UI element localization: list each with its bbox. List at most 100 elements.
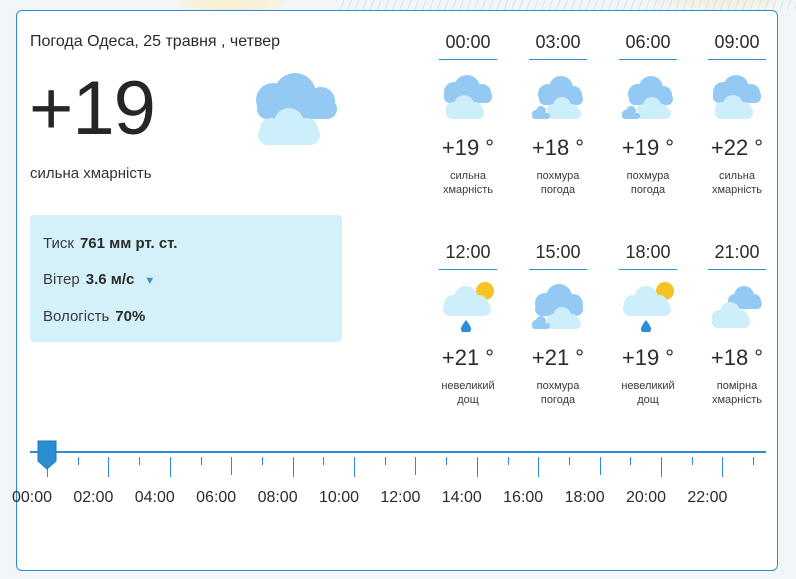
humidity-row: Вологість 70% — [43, 308, 145, 325]
overcast-icon — [532, 284, 583, 329]
overcast-icon — [532, 76, 583, 119]
hour-divider — [439, 59, 497, 60]
time-slider-tick — [661, 457, 662, 477]
hourly-item: 00:00 +19 ° сильна хмарність — [439, 29, 497, 197]
partly-cloudy-icon — [712, 286, 762, 328]
time-slider-tick — [77, 457, 79, 465]
hour-description: сильна хмарність — [439, 169, 497, 197]
hourly-item: 09:00 +22 ° сильна хмарність — [708, 29, 766, 197]
time-slider-label[interactable]: 22:00 — [677, 489, 737, 507]
hour-time: 03:00 — [535, 32, 581, 52]
hour-divider — [529, 269, 587, 270]
hourly-item: 03:00 +18 ° похмура погода — [529, 29, 587, 197]
hourly-item: 12:00 +21 ° невеликий дощ — [439, 239, 497, 407]
hour-description: похмура погода — [529, 169, 587, 197]
hour-desc-line2: хмарність — [711, 184, 763, 196]
hour-temperature: +22 ° — [710, 135, 764, 160]
hour-temperature: +18 ° — [710, 345, 764, 370]
cloudy-icon — [256, 73, 337, 145]
time-slider-tick — [139, 457, 141, 465]
overcast-icon — [622, 76, 673, 119]
time-slider-label[interactable]: 10:00 — [309, 489, 369, 507]
hour-divider — [619, 59, 677, 60]
hour-temperature: +18 ° — [531, 135, 585, 160]
hour-time: 21:00 — [714, 242, 760, 262]
current-details-panel: Тиск 761 мм рт. ст. Вітер 3.6 м/с ▼ Вологіс… — [30, 215, 342, 342]
time-slider-label[interactable]: 20:00 — [616, 489, 676, 507]
time-slider-handle[interactable] — [36, 439, 58, 471]
hour-desc-line1: похмура — [536, 170, 580, 182]
hour-desc-line1: сильна — [450, 170, 486, 182]
time-slider-label[interactable]: 00:00 — [2, 489, 62, 507]
time-slider-tick — [108, 457, 110, 477]
time-slider-track[interactable] — [30, 451, 766, 453]
hour-time: 15:00 — [535, 242, 581, 262]
hour-description: невеликий дощ — [439, 379, 497, 407]
time-slider-tick — [568, 457, 570, 465]
time-slider-label[interactable]: 04:00 — [125, 489, 185, 507]
hour-desc-line1: похмура — [626, 170, 670, 182]
current-description: сильна хмарність — [30, 165, 152, 182]
hour-desc-line2: хмарність — [442, 184, 494, 196]
hour-description: невеликий дощ — [619, 379, 677, 407]
hour-desc-line2: хмарність — [711, 394, 763, 406]
hour-time: 12:00 — [445, 242, 491, 262]
time-slider-label[interactable]: 16:00 — [493, 489, 553, 507]
weather-card: Погода Одеса, 25 травня , четвер +19 сил… — [12, 10, 778, 571]
hour-time: 00:00 — [445, 32, 491, 52]
hour-temperature: +19 ° — [621, 135, 675, 160]
hour-desc-line1: сильна — [719, 170, 755, 182]
time-slider-tick — [354, 457, 355, 477]
pressure-label: Тиск — [43, 235, 74, 252]
hour-desc-line2: погода — [630, 184, 666, 196]
wind-value: 3.6 м/с — [85, 271, 135, 288]
time-slider-label[interactable]: 08:00 — [248, 489, 308, 507]
time-slider[interactable] — [30, 440, 766, 489]
hour-desc-line1: похмура — [536, 380, 580, 392]
time-slider-label[interactable]: 18:00 — [555, 489, 615, 507]
time-slider-tick — [630, 457, 632, 465]
time-slider-label[interactable]: 02:00 — [63, 489, 123, 507]
time-slider-label[interactable]: 12:00 — [370, 489, 430, 507]
time-slider-tick — [722, 457, 724, 477]
hour-description: сильна хмарність — [708, 169, 766, 197]
sun-cloud-rain-icon — [443, 282, 494, 334]
sun-cloud-rain-icon — [623, 282, 674, 334]
time-slider-tick — [538, 457, 540, 477]
time-slider-tick — [753, 457, 755, 465]
hour-temperature: +21 ° — [441, 345, 495, 370]
wind-label: Вітер — [43, 271, 80, 288]
time-slider-tick — [323, 457, 325, 465]
time-slider-label[interactable]: 06:00 — [186, 489, 246, 507]
time-slider-tick — [384, 457, 386, 465]
hour-temperature: +21 ° — [531, 345, 585, 370]
time-slider-tick — [507, 457, 509, 465]
hour-temperature: +19 ° — [441, 135, 495, 160]
hour-desc-line2: погода — [540, 184, 576, 196]
hour-time: 09:00 — [714, 32, 760, 52]
humidity-value: 70% — [115, 308, 146, 325]
hour-desc-line1: невеликий — [441, 380, 495, 392]
hour-description: помірна хмарність — [708, 379, 766, 407]
hour-time: 18:00 — [625, 242, 671, 262]
hourly-item: 06:00 +19 ° похмура погода — [619, 29, 677, 197]
location-date-title: Погода Одеса, 25 травня , четвер — [30, 33, 281, 50]
time-slider-tick — [599, 457, 601, 475]
hour-description: похмура погода — [529, 379, 587, 407]
hour-description: похмура погода — [619, 169, 677, 197]
hour-divider — [708, 59, 766, 60]
hour-divider — [619, 269, 677, 270]
hour-time: 06:00 — [625, 32, 671, 52]
time-slider-tick — [231, 457, 233, 475]
time-slider-tick — [261, 457, 263, 465]
hour-temperature: +19 ° — [621, 345, 675, 370]
time-slider-tick — [446, 457, 448, 465]
hour-desc-line1: помірна — [716, 380, 758, 392]
time-slider-tick — [476, 457, 478, 477]
humidity-label: Вологість — [43, 308, 110, 325]
time-slider-tick — [691, 457, 693, 465]
hour-desc-line2: дощ — [457, 394, 479, 406]
time-slider-label[interactable]: 14:00 — [432, 489, 492, 507]
time-slider-tick — [415, 457, 417, 475]
hour-divider — [439, 269, 497, 270]
